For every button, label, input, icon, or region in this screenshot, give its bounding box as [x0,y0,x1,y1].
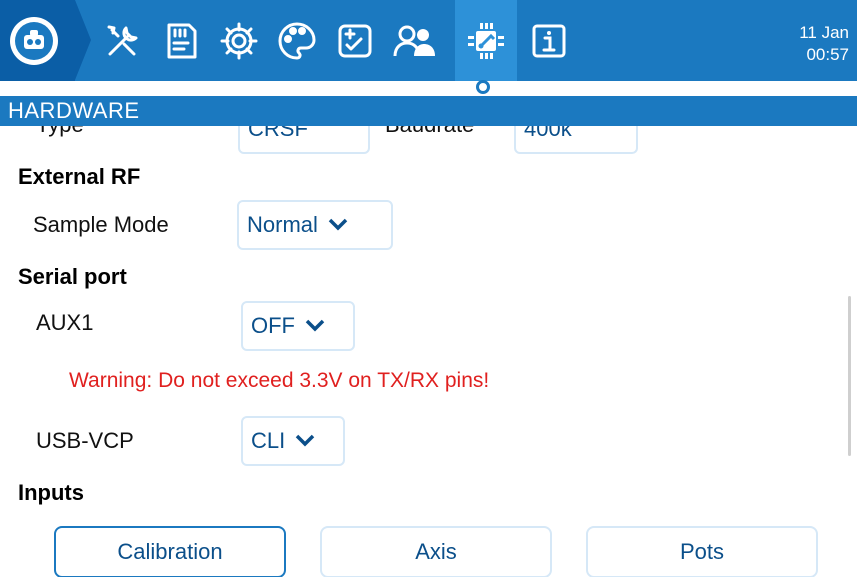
usb-vcp-label: USB-VCP [36,428,134,453]
voltage-warning: Warning: Do not exceed 3.3V on TX/RX pin… [69,369,490,392]
aux1-dropdown[interactable]: OFF [241,301,355,351]
hardware-chip-icon[interactable] [461,16,511,66]
users-icon[interactable] [390,16,440,66]
usb-vcp-dropdown[interactable]: CLI [241,416,345,466]
settings-content: Type CRSF Baudrate 400k External RF Samp… [0,126,857,577]
baudrate-dropdown[interactable]: 400k [514,126,638,154]
page-title: HARDWARE [8,98,140,123]
time-text: 00:57 [806,45,849,64]
home-chevron [75,0,91,80]
chevron-down-icon [328,218,348,231]
serial-port-heading: Serial port [18,264,127,289]
baudrate-label: Baudrate [385,126,474,138]
theme-icon[interactable] [272,16,322,66]
type-label: Type [36,126,84,138]
info-icon[interactable] [524,16,574,66]
pots-button[interactable]: Pots [586,526,818,577]
axis-button[interactable]: Axis [320,526,552,577]
page-header: HARDWARE [0,96,857,126]
aux1-label: AUX1 [36,310,94,335]
home-icon [15,22,53,60]
inputs-heading: Inputs [18,480,84,505]
chevron-down-icon [296,434,315,447]
tools-icon[interactable] [98,16,148,66]
active-tab-indicator [476,80,490,94]
aux1-value: OFF [251,313,295,338]
sample-mode-label: Sample Mode [33,212,169,237]
date-text: 11 Jan [799,23,849,42]
clock: 11 Jan 00:57 [799,22,849,66]
calibration-button[interactable]: Calibration [54,526,286,577]
gear-icon[interactable] [214,16,264,66]
sample-mode-value: Normal [247,212,318,237]
sd-card-icon[interactable] [156,16,206,66]
sample-mode-dropdown[interactable]: Normal [237,200,393,250]
type-dropdown[interactable]: CRSF [238,126,370,154]
scrollbar[interactable] [848,296,851,456]
external-rf-heading: External RF [18,164,141,189]
baudrate-value: 400k [524,126,572,141]
usb-vcp-value: CLI [251,428,286,453]
checklist-icon[interactable] [330,16,380,66]
top-bar: 11 Jan 00:57 [0,0,857,96]
chevron-down-icon [305,319,325,332]
home-button[interactable] [10,17,58,65]
type-value: CRSF [248,126,308,141]
